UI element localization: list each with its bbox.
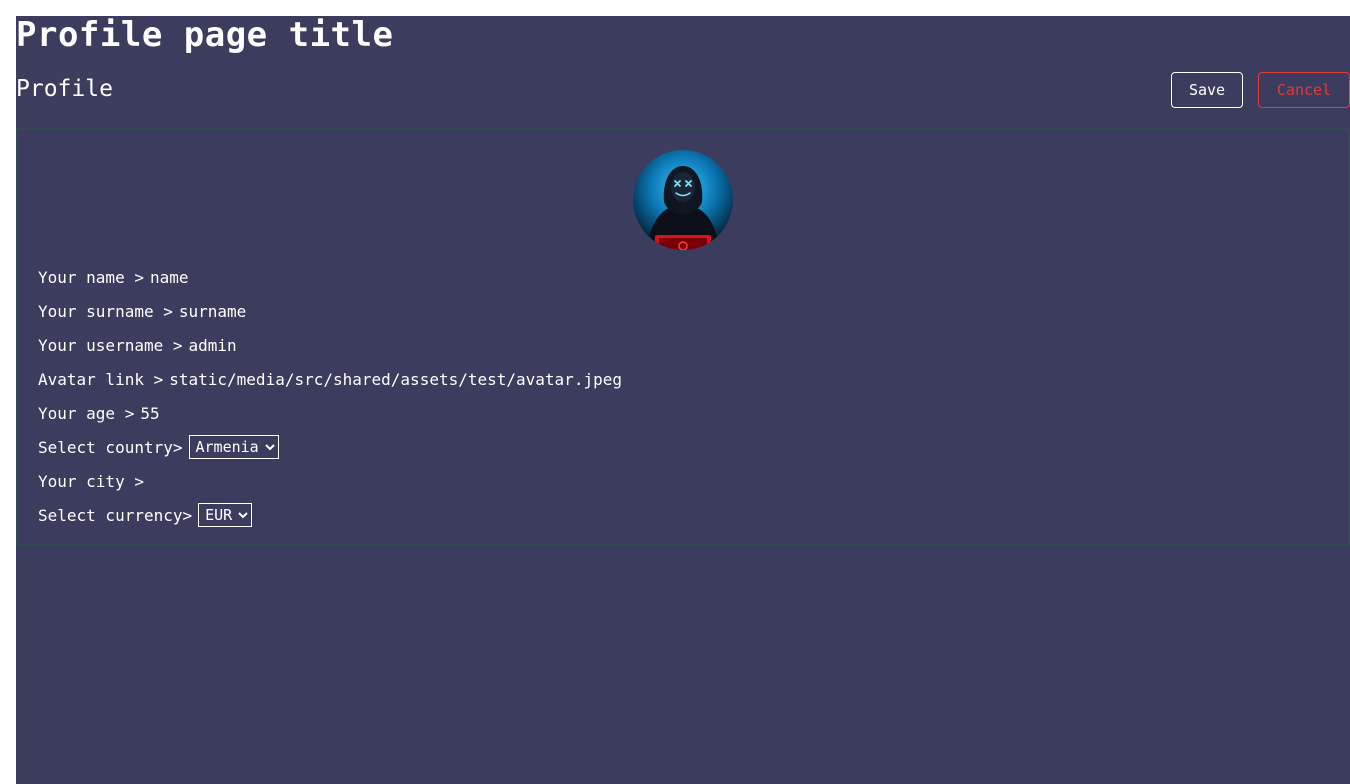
profile-fields: Your name > name Your surname > surname … — [38, 260, 622, 532]
profile-card: Your name > name Your surname > surname … — [16, 128, 1350, 546]
surname-row: Your surname > surname — [38, 294, 622, 328]
country-select[interactable]: Armenia — [188, 435, 279, 459]
hooded-hacker-avatar-icon — [633, 150, 733, 250]
avatar-link-label: Avatar link > — [38, 369, 164, 389]
save-button[interactable]: Save — [1171, 72, 1243, 108]
profile-page: Profile page title Profile Save Cancel Y… — [16, 16, 1350, 784]
cancel-button[interactable]: Cancel — [1258, 72, 1350, 108]
username-row: Your username > admin — [38, 328, 622, 362]
city-label: Your city > — [38, 471, 144, 491]
age-row: Your age > 55 — [38, 396, 622, 430]
surname-label: Your surname > — [38, 301, 173, 321]
name-row: Your name > name — [38, 260, 622, 294]
country-row: Select country> Armenia — [38, 430, 622, 464]
avatar-link-row: Avatar link > static/media/src/shared/as… — [38, 362, 622, 396]
username-label: Your username > — [38, 335, 183, 355]
surname-value[interactable]: surname — [179, 302, 246, 321]
currency-select[interactable]: EUR — [198, 503, 253, 527]
name-label: Your name > — [38, 267, 144, 287]
section-title: Profile — [16, 76, 113, 102]
age-label: Your age > — [38, 403, 135, 423]
currency-row: Select currency> EUR — [38, 498, 622, 532]
page-title: Profile page title — [16, 15, 394, 55]
country-label: Select country> — [38, 437, 183, 457]
username-value[interactable]: admin — [189, 336, 237, 355]
name-value[interactable]: name — [150, 268, 189, 287]
city-row: Your city > — [38, 464, 622, 498]
currency-label: Select currency> — [38, 505, 193, 525]
age-value[interactable]: 55 — [140, 404, 159, 423]
avatar-link-value[interactable]: static/media/src/shared/assets/test/avat… — [169, 370, 622, 389]
avatar — [633, 150, 733, 250]
